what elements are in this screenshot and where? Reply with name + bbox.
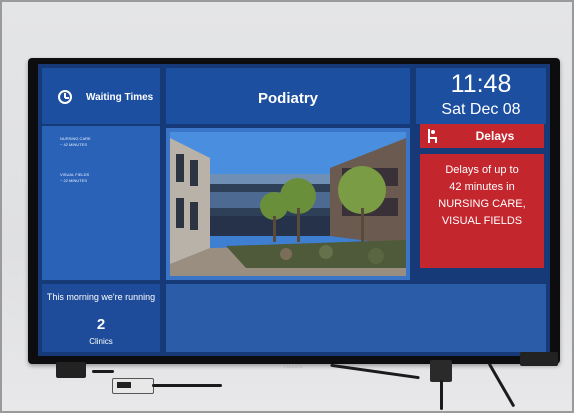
clock-date: Sat Dec 08 xyxy=(441,101,521,118)
clinics-unit-label: Clinics xyxy=(89,337,113,346)
department-title-tile: Podiatry xyxy=(166,68,410,124)
building-photo-tile xyxy=(166,128,410,280)
waiting-times-list: NURSING CARE ~ 42 MINUTES VISUAL FIELDS … xyxy=(42,126,160,280)
building-photo xyxy=(170,132,406,276)
waiting-chair-icon xyxy=(428,129,437,143)
delay-message-line: NURSING CARE, xyxy=(438,198,526,210)
list-item: NURSING CARE ~ 42 MINUTES xyxy=(60,136,91,148)
delays-header: Delays xyxy=(420,124,544,148)
list-item: VISUAL FIELDS ~ 22 MINUTES xyxy=(60,172,89,184)
page-title: Podiatry xyxy=(257,90,318,107)
cable xyxy=(152,384,222,387)
clock-tile: 11:48 Sat Dec 08 xyxy=(416,68,546,124)
wall-mount-bracket xyxy=(520,352,558,366)
clinics-running-tile: This morning we're running 2 Clinics xyxy=(42,284,160,352)
delays-message: Delays of up to 42 minutes in NURSING CA… xyxy=(420,162,544,230)
clock-icon xyxy=(58,90,72,104)
wait-time-value: ~ 42 MINUTES xyxy=(60,142,88,147)
running-label: This morning we're running xyxy=(46,292,156,302)
delay-message-line: VISUAL FIELDS xyxy=(441,215,523,227)
bottom-panel xyxy=(166,284,546,352)
waiting-times-header: Waiting Times xyxy=(42,68,160,124)
cable xyxy=(92,370,114,373)
delay-message-line: Delays of up to xyxy=(445,164,519,176)
delays-title: Delays xyxy=(475,129,515,143)
signage-screen: Waiting Times NURSING CARE ~ 42 MINUTES … xyxy=(38,64,550,356)
usb-stick xyxy=(112,378,154,394)
wait-time-value: ~ 22 MINUTES xyxy=(60,178,88,183)
delay-message-line: 42 minutes in xyxy=(449,181,515,193)
clock-time: 11:48 xyxy=(450,70,512,98)
wall-mount-bracket xyxy=(56,362,86,378)
waiting-times-title: Waiting Times xyxy=(86,92,154,103)
delays-message-tile: Delays of up to 42 minutes in NURSING CA… xyxy=(420,154,544,268)
clinic-count: 2 xyxy=(96,316,106,333)
power-adapter xyxy=(430,360,452,382)
tv-brand-logo: PHILIPS xyxy=(284,364,303,369)
cable xyxy=(440,380,443,410)
